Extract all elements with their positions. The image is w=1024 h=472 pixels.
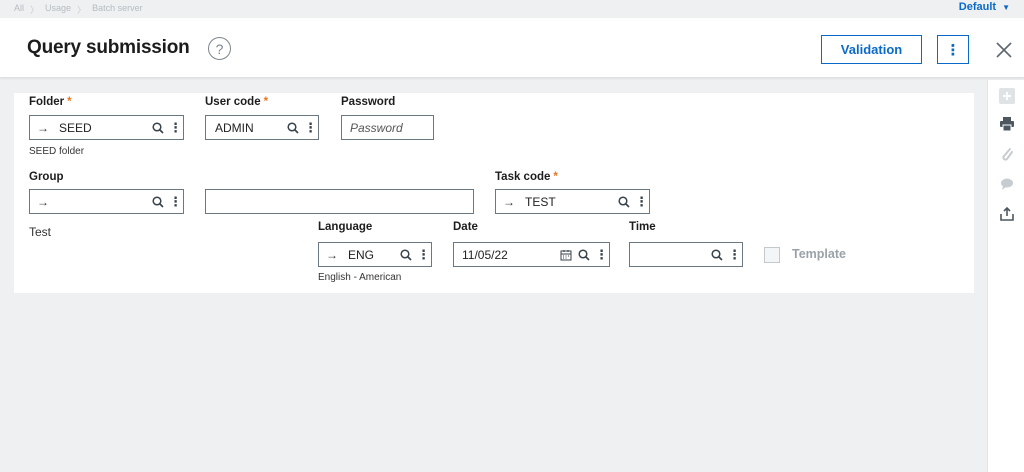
group-label: Group: [29, 171, 64, 183]
folder-value: SEED: [59, 120, 92, 135]
breadcrumb: All 〉 Usage 〉 Batch server: [14, 3, 143, 16]
user-code-value: ADMIN: [215, 120, 254, 135]
search-icon[interactable]: [286, 121, 300, 135]
language-description: English - American: [318, 272, 402, 283]
task-description: Test: [29, 225, 52, 239]
folder-label: Folder *: [29, 96, 72, 108]
profile-label: Default: [958, 1, 997, 13]
chevron-down-icon: ▼: [1002, 2, 1010, 12]
top-bar: All 〉 Usage 〉 Batch server Default ▼: [0, 0, 1024, 18]
more-vertical-icon[interactable]: ⋮: [635, 195, 648, 208]
task-code-label: Task code *: [495, 171, 558, 183]
close-icon: [996, 41, 1012, 58]
search-icon[interactable]: [617, 195, 631, 209]
template-checkbox[interactable]: [764, 247, 780, 263]
date-label: Date: [453, 221, 478, 233]
breadcrumb-item-batch-server[interactable]: Batch server: [92, 3, 143, 16]
user-code-label: User code *: [205, 96, 269, 108]
more-vertical-icon[interactable]: ⋮: [169, 121, 182, 134]
task-code-field[interactable]: → TEST ⋮: [495, 189, 650, 214]
user-code-field[interactable]: ADMIN ⋮: [205, 115, 319, 140]
more-actions-button[interactable]: ⋮: [937, 35, 969, 64]
plus-icon[interactable]: [988, 86, 1024, 106]
task-code-value: TEST: [525, 194, 556, 209]
search-icon[interactable]: [151, 195, 165, 209]
more-vertical-icon[interactable]: ⋮: [417, 248, 430, 261]
password-label: Password: [341, 96, 396, 108]
template-label: Template: [792, 247, 846, 261]
arrow-right-icon[interactable]: →: [326, 248, 342, 262]
page-title: Query submission: [27, 37, 190, 58]
group-description-field[interactable]: [205, 189, 474, 214]
arrow-right-icon[interactable]: →: [37, 121, 53, 135]
validation-button[interactable]: Validation: [821, 35, 922, 64]
more-vertical-icon[interactable]: ⋮: [728, 248, 741, 261]
right-action-rail: [987, 80, 1024, 472]
time-field[interactable]: ⋮: [629, 242, 743, 267]
calendar-icon[interactable]: [559, 248, 573, 262]
date-field[interactable]: 11/05/22 ⋮: [453, 242, 610, 267]
comment-icon[interactable]: [988, 174, 1024, 194]
page-header: Query submission ? Validation ⋮: [0, 18, 1024, 78]
password-field[interactable]: Password: [341, 115, 434, 140]
arrow-right-icon[interactable]: →: [37, 195, 53, 209]
more-vertical-icon[interactable]: ⋮: [304, 121, 317, 134]
folder-field[interactable]: → SEED ⋮: [29, 115, 184, 140]
search-icon[interactable]: [399, 248, 413, 262]
more-vertical-icon[interactable]: ⋮: [169, 195, 182, 208]
breadcrumb-item-all[interactable]: All: [14, 3, 24, 16]
print-icon[interactable]: [988, 114, 1024, 134]
more-vertical-icon[interactable]: ⋮: [595, 248, 608, 261]
password-placeholder: Password: [350, 120, 403, 135]
close-button[interactable]: [992, 35, 1016, 64]
search-icon[interactable]: [710, 248, 724, 262]
export-icon[interactable]: [988, 204, 1024, 224]
language-field[interactable]: → ENG ⋮: [318, 242, 432, 267]
help-icon[interactable]: ?: [208, 37, 231, 60]
breadcrumb-separator-icon: 〉: [30, 5, 40, 15]
group-field[interactable]: → ⋮: [29, 189, 184, 214]
profile-menu[interactable]: Default ▼: [959, 1, 1010, 13]
attachment-icon[interactable]: [988, 144, 1024, 164]
time-label: Time: [629, 221, 656, 233]
language-label: Language: [318, 221, 373, 233]
search-icon[interactable]: [577, 248, 591, 262]
breadcrumb-item-usage[interactable]: Usage: [45, 3, 71, 16]
language-value: ENG: [348, 247, 375, 262]
breadcrumb-separator-icon: 〉: [77, 5, 87, 15]
folder-description: SEED folder: [29, 146, 85, 157]
arrow-right-icon[interactable]: →: [503, 195, 519, 209]
search-icon[interactable]: [151, 121, 165, 135]
date-value: 11/05/22: [462, 247, 508, 262]
